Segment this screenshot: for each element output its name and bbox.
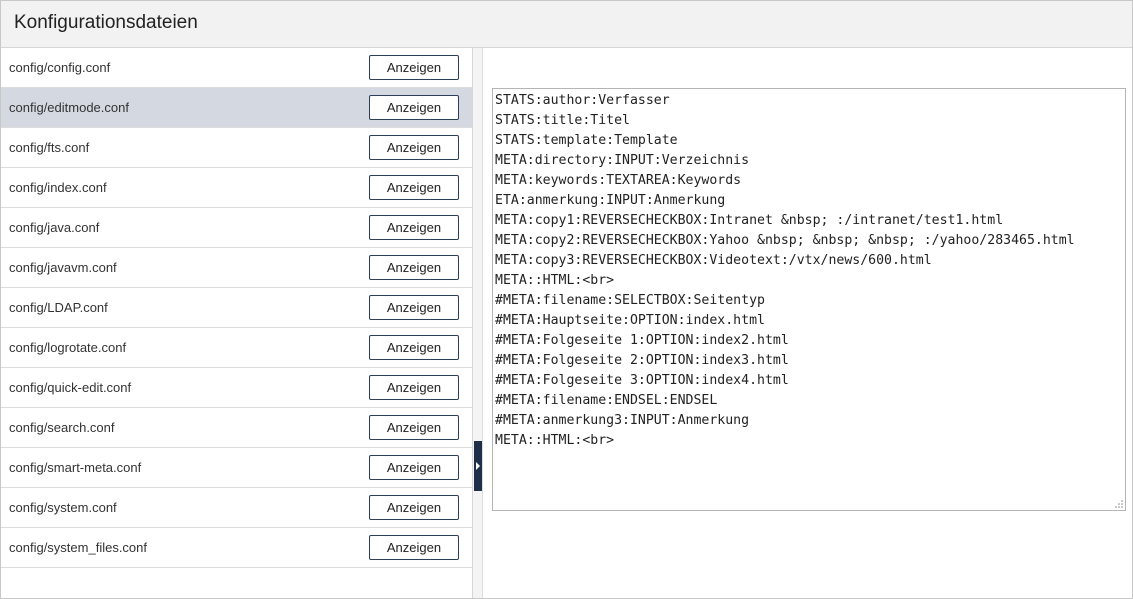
- editor-line: STATS:author:Verfasser: [495, 93, 670, 108]
- show-file-button[interactable]: Anzeigen: [369, 415, 459, 440]
- title-bar: Konfigurationsdateien: [1, 1, 1132, 48]
- file-row[interactable]: config/java.conf Anzeigen: [1, 208, 472, 248]
- file-list: config/config.conf Anzeigen config/editmod…: [1, 48, 473, 598]
- file-row[interactable]: config/logrotate.conf Anzeigen: [1, 328, 472, 368]
- editor-line: STATS:title:Titel: [495, 113, 630, 128]
- editor-line: #META:Folgeseite 1:OPTION:index2.html: [495, 333, 789, 348]
- file-row[interactable]: config/fts.conf Anzeigen: [1, 128, 472, 168]
- file-row[interactable]: config/index.conf Anzeigen: [1, 168, 472, 208]
- resize-grip-icon[interactable]: [1115, 500, 1123, 508]
- editor-line: META::HTML:<br>: [495, 273, 615, 288]
- chevron-right-icon: [476, 462, 480, 470]
- file-row[interactable]: config/quick-edit.conf Anzeigen: [1, 368, 472, 408]
- editor-line: META::HTML:<br>: [495, 433, 615, 448]
- show-file-button[interactable]: Anzeigen: [369, 55, 459, 80]
- editor-line: #META:Hauptseite:OPTION:index.html: [495, 313, 765, 328]
- editor-line: META:directory:INPUT:Verzeichnis: [495, 153, 750, 168]
- show-file-button[interactable]: Anzeigen: [369, 135, 459, 160]
- editor-line: META:copy1:REVERSECHECKBOX:Intranet &nbs…: [495, 213, 1004, 228]
- editor-line: #META:anmerkung3:INPUT:Anmerkung: [495, 413, 750, 428]
- show-file-button[interactable]: Anzeigen: [369, 295, 459, 320]
- show-file-button[interactable]: Anzeigen: [369, 215, 459, 240]
- editor-line: ETA:anmerkung:INPUT:Anmerkung: [495, 193, 726, 208]
- show-file-button[interactable]: Anzeigen: [369, 175, 459, 200]
- editor-line: STATS:template:Template: [495, 133, 678, 148]
- editor-line: META:copy2:REVERSECHECKBOX:Yahoo &nbsp; …: [495, 233, 1075, 248]
- show-file-button[interactable]: Anzeigen: [369, 335, 459, 360]
- editor-line: #META:Folgeseite 3:OPTION:index4.html: [495, 373, 789, 388]
- splitter-toggle[interactable]: [474, 441, 482, 491]
- file-row[interactable]: config/system_files.conf Anzeigen: [1, 528, 472, 568]
- show-file-button[interactable]: Anzeigen: [369, 535, 459, 560]
- editor-line: #META:filename:SELECTBOX:Seitentyp: [495, 293, 765, 308]
- show-file-button[interactable]: Anzeigen: [369, 495, 459, 520]
- editor-line: META:copy3:REVERSECHECKBOX:Videotext:/vt…: [495, 253, 932, 268]
- show-file-button[interactable]: Anzeigen: [369, 375, 459, 400]
- editor-line: #META:filename:ENDSEL:ENDSEL: [495, 393, 718, 408]
- show-file-button[interactable]: Anzeigen: [369, 95, 459, 120]
- window-title: Konfigurationsdateien: [14, 12, 198, 33]
- file-row[interactable]: config/LDAP.conf Anzeigen: [1, 288, 472, 328]
- show-file-button[interactable]: Anzeigen: [369, 255, 459, 280]
- preview-pane: STATS:author:Verfasser STATS:title:Titel S…: [483, 48, 1132, 598]
- file-row[interactable]: config/smart-meta.conf Anzeigen: [1, 448, 472, 488]
- file-content-editor[interactable]: STATS:author:Verfasser STATS:title:Titel S…: [492, 88, 1126, 511]
- editor-line: META:keywords:TEXTAREA:Keywords: [495, 173, 742, 188]
- show-file-button[interactable]: Anzeigen: [369, 455, 459, 480]
- config-files-window: Konfigurationsdateien config/config.conf…: [0, 0, 1133, 599]
- file-row[interactable]: config/config.conf Anzeigen: [1, 48, 472, 88]
- pane-splitter[interactable]: [473, 48, 483, 598]
- file-row[interactable]: config/javavm.conf Anzeigen: [1, 248, 472, 288]
- file-row[interactable]: config/editmode.conf Anzeigen: [1, 88, 472, 128]
- file-row[interactable]: config/search.conf Anzeigen: [1, 408, 472, 448]
- file-row[interactable]: config/system.conf Anzeigen: [1, 488, 472, 528]
- editor-line: #META:Folgeseite 2:OPTION:index3.html: [495, 353, 789, 368]
